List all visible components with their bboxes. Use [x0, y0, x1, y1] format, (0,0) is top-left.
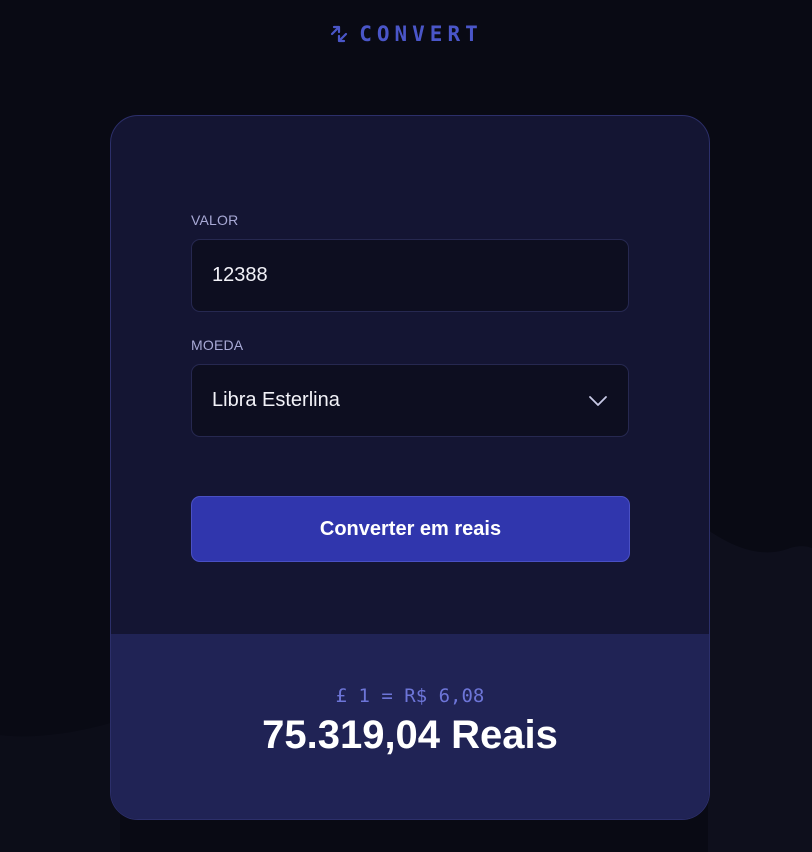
converter-form: VALOR 12388 MOEDA Libra Esterlina Conver… — [191, 212, 630, 562]
amount-input[interactable]: 12388 — [191, 239, 629, 312]
amount-value: 12388 — [212, 264, 268, 286]
brand-logo: CONVERT — [0, 22, 812, 46]
chevron-down-icon — [589, 395, 607, 406]
brand-name: CONVERT — [359, 22, 483, 46]
currency-select[interactable]: Libra Esterlina — [191, 364, 629, 437]
converter-card: VALOR 12388 MOEDA Libra Esterlina Conver… — [110, 115, 710, 820]
exchange-rate: £ 1 = R$ 6,08 — [335, 685, 485, 707]
currency-selected-value: Libra Esterlina — [212, 389, 340, 411]
currency-label: MOEDA — [191, 337, 244, 353]
result-panel: £ 1 = R$ 6,08 75.319,04 Reais — [111, 634, 709, 819]
amount-label: VALOR — [191, 212, 239, 228]
swap-arrows-icon — [329, 24, 349, 44]
convert-button[interactable]: Converter em reais — [191, 496, 630, 562]
page: CONVERT VALOR 12388 MOEDA Libra Esterlin… — [0, 0, 812, 852]
converted-total: 75.319,04 Reais — [262, 713, 558, 757]
